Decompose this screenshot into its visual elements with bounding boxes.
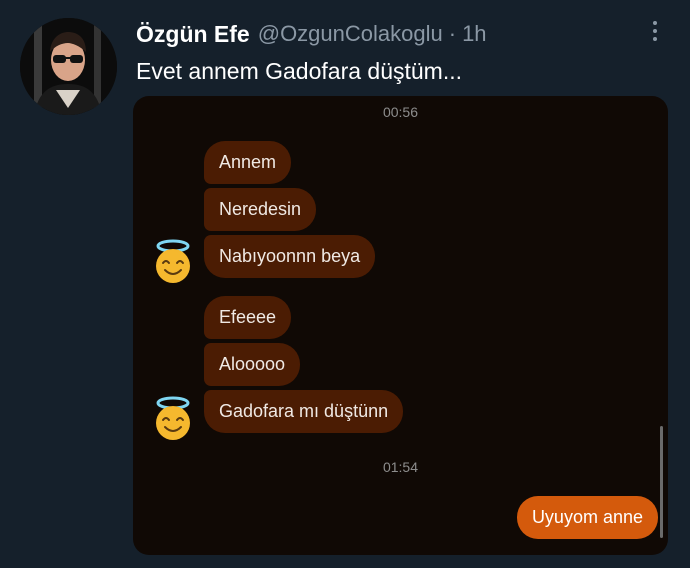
received-message: Annem <box>204 141 292 184</box>
received-message: Gadofara mı düştünn <box>204 390 404 433</box>
chat-scrollbar[interactable] <box>660 426 663 538</box>
more-vertical-icon[interactable] <box>642 16 668 46</box>
display-name[interactable]: Özgün Efe <box>136 21 250 48</box>
halo-emoji-icon <box>156 396 190 440</box>
tweet-text: Evet annem Gadofara düştüm... <box>136 58 463 84</box>
user-handle[interactable]: @OzgunColakoglu <box>258 21 443 47</box>
separator-dot: · <box>448 21 457 46</box>
received-message: Alooooo <box>204 343 301 386</box>
received-message: Neredesin <box>204 188 317 231</box>
profile-photo <box>20 18 117 115</box>
chat-timestamp: 01:54 <box>382 459 419 475</box>
halo-emoji-icon <box>156 239 190 283</box>
tweet-time[interactable]: 1h <box>462 21 486 47</box>
tweet-media-chat-screenshot[interactable]: 00:56 Annem Neredesin Nabıyoonnn beya Ef… <box>133 96 668 555</box>
received-message: Efeeee <box>204 296 292 339</box>
received-message: Nabıyoonnn beya <box>204 235 376 278</box>
sent-message: Uyuyom anne <box>516 496 658 539</box>
tweet-header: Özgün Efe @OzgunColakoglu · 1h <box>136 20 487 48</box>
chat-timestamp: 00:56 <box>382 104 419 120</box>
avatar[interactable] <box>20 18 117 115</box>
